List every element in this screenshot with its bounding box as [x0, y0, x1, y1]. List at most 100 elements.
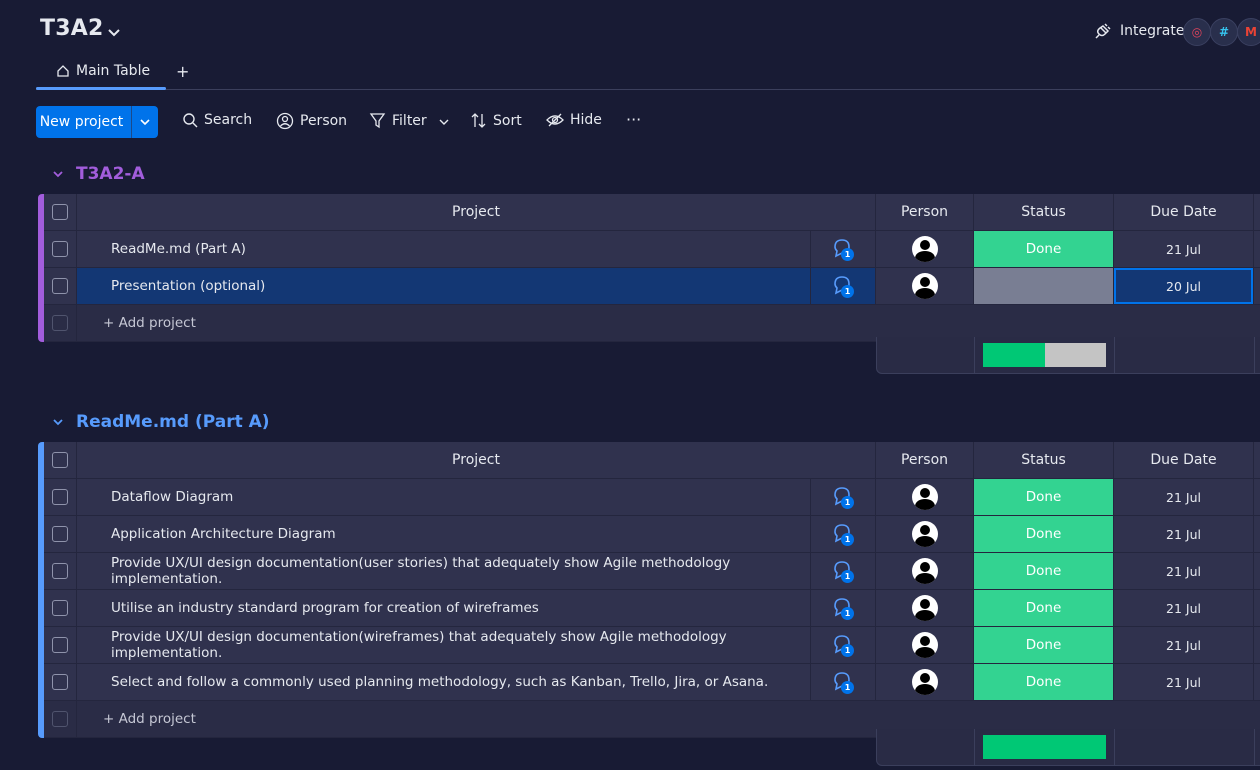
table-row[interactable]: Utilise an industry standard program for…: [44, 590, 1260, 627]
person-cell[interactable]: [876, 268, 974, 304]
updates-button[interactable]: 1: [811, 627, 876, 663]
group-title[interactable]: ReadMe.md (Part A): [76, 412, 270, 432]
row-checkbox[interactable]: [44, 479, 77, 515]
group-title[interactable]: T3A2-A: [76, 164, 145, 184]
gmail-icon[interactable]: M: [1237, 18, 1260, 46]
column-header-due-date[interactable]: Due Date: [1114, 442, 1254, 478]
row-checkbox[interactable]: [44, 627, 77, 663]
person-cell[interactable]: [876, 590, 974, 626]
group-table: Project Person Status Due Date Dataflow …: [38, 442, 1260, 738]
column-header-status[interactable]: Status: [974, 194, 1114, 230]
group-header[interactable]: ReadMe.md (Part A): [52, 412, 270, 432]
item-name[interactable]: Application Architecture Diagram: [77, 516, 811, 552]
updates-button[interactable]: 1: [811, 664, 876, 700]
chevron-down-icon[interactable]: [106, 24, 122, 40]
due-date-cell[interactable]: 21 Jul: [1114, 231, 1254, 267]
add-view-button[interactable]: +: [176, 62, 189, 81]
summary-status[interactable]: [975, 729, 1115, 765]
column-header-due-date[interactable]: Due Date: [1114, 194, 1254, 230]
due-date-cell[interactable]: 20 Jul: [1114, 268, 1254, 304]
due-date-cell[interactable]: 21 Jul: [1114, 664, 1254, 700]
person-cell[interactable]: [876, 664, 974, 700]
summary-status[interactable]: [975, 337, 1115, 373]
column-header-status[interactable]: Status: [974, 442, 1114, 478]
integrate-button[interactable]: Integrate: [1094, 22, 1184, 40]
item-name[interactable]: Select and follow a commonly used planni…: [77, 664, 811, 700]
sort-button[interactable]: Sort: [470, 112, 522, 129]
table-row[interactable]: Provide UX/UI design documentation(wiref…: [44, 627, 1260, 664]
column-header-project[interactable]: Project: [77, 442, 876, 478]
row-checkbox[interactable]: [44, 516, 77, 552]
due-date-cell[interactable]: 21 Jul: [1114, 590, 1254, 626]
slack-icon[interactable]: #: [1210, 18, 1238, 46]
add-project-input[interactable]: + Add project: [77, 701, 196, 737]
status-cell[interactable]: Done: [974, 479, 1114, 515]
row-checkbox[interactable]: [44, 268, 77, 304]
table-row[interactable]: Select and follow a commonly used planni…: [44, 664, 1260, 701]
filter-button[interactable]: Filter: [369, 112, 427, 129]
column-header-person[interactable]: Person: [876, 194, 974, 230]
updates-button[interactable]: 1: [811, 268, 876, 304]
select-all-checkbox[interactable]: [44, 194, 77, 230]
board-title[interactable]: T3A2: [40, 16, 103, 41]
avatar: [911, 236, 938, 262]
person-cell[interactable]: [876, 231, 974, 267]
row-checkbox[interactable]: [44, 664, 77, 700]
add-project-input[interactable]: + Add project: [77, 305, 196, 341]
item-name[interactable]: Utilise an industry standard program for…: [77, 590, 811, 626]
column-header-project[interactable]: Project: [77, 194, 876, 230]
new-project-dropdown[interactable]: [131, 106, 158, 138]
person-filter-button[interactable]: Person: [276, 112, 347, 130]
hide-button[interactable]: Hide: [546, 112, 602, 128]
integration-logo-icon[interactable]: ◎: [1183, 18, 1211, 46]
row-checkbox[interactable]: [44, 553, 77, 589]
table-row[interactable]: Application Architecture Diagram 1 Done 21 …: [44, 516, 1260, 553]
collapse-chevron-icon[interactable]: [52, 168, 64, 180]
updates-button[interactable]: 1: [811, 590, 876, 626]
row-checkbox[interactable]: [44, 231, 77, 267]
group-header[interactable]: T3A2-A: [52, 164, 145, 184]
new-project-label[interactable]: New project: [36, 106, 131, 138]
due-date-cell[interactable]: 21 Jul: [1114, 516, 1254, 552]
collapse-chevron-icon[interactable]: [52, 416, 64, 428]
chat-bubble-icon: 1: [832, 275, 854, 298]
item-name[interactable]: ReadMe.md (Part A): [77, 231, 811, 267]
person-cell[interactable]: [876, 627, 974, 663]
item-name[interactable]: Dataflow Diagram: [77, 479, 811, 515]
status-cell[interactable]: Done: [974, 516, 1114, 552]
table-row[interactable]: Presentation (optional) 1 20 Jul: [44, 268, 1260, 305]
due-date-cell[interactable]: 21 Jul: [1114, 627, 1254, 663]
due-date-cell[interactable]: 21 Jul: [1114, 479, 1254, 515]
new-project-button[interactable]: New project: [36, 106, 158, 138]
column-header-person[interactable]: Person: [876, 442, 974, 478]
search-button[interactable]: Search: [182, 112, 252, 128]
person-cell[interactable]: [876, 479, 974, 515]
status-cell[interactable]: Done: [974, 553, 1114, 589]
avatar: [911, 595, 938, 621]
more-options-button[interactable]: ···: [626, 110, 641, 129]
table-row[interactable]: Provide UX/UI design documentation(user …: [44, 553, 1260, 590]
status-cell[interactable]: Done: [974, 231, 1114, 267]
updates-button[interactable]: 1: [811, 553, 876, 589]
item-name[interactable]: Provide UX/UI design documentation(wiref…: [77, 627, 811, 663]
due-date-cell[interactable]: 21 Jul: [1114, 553, 1254, 589]
tab-main-table[interactable]: Main Table: [56, 63, 150, 79]
home-icon: [57, 65, 69, 77]
updates-button[interactable]: 1: [811, 231, 876, 267]
status-cell[interactable]: Done: [974, 590, 1114, 626]
item-name[interactable]: Provide UX/UI design documentation(user …: [77, 553, 811, 589]
filter-chevron-down-icon[interactable]: [438, 116, 450, 128]
select-all-checkbox[interactable]: [44, 442, 77, 478]
table-row[interactable]: Dataflow Diagram 1 Done 21 Jul: [44, 479, 1260, 516]
person-cell[interactable]: [876, 516, 974, 552]
person-cell[interactable]: [876, 553, 974, 589]
updates-button[interactable]: 1: [811, 516, 876, 552]
item-name[interactable]: Presentation (optional): [77, 268, 811, 304]
row-checkbox[interactable]: [44, 590, 77, 626]
table-row[interactable]: ReadMe.md (Part A) 1 Done 21 Jul: [44, 231, 1260, 268]
updates-button[interactable]: 1: [811, 479, 876, 515]
filter-icon: [369, 113, 386, 129]
status-cell[interactable]: Done: [974, 664, 1114, 700]
status-cell[interactable]: [974, 268, 1114, 304]
status-cell[interactable]: Done: [974, 627, 1114, 663]
